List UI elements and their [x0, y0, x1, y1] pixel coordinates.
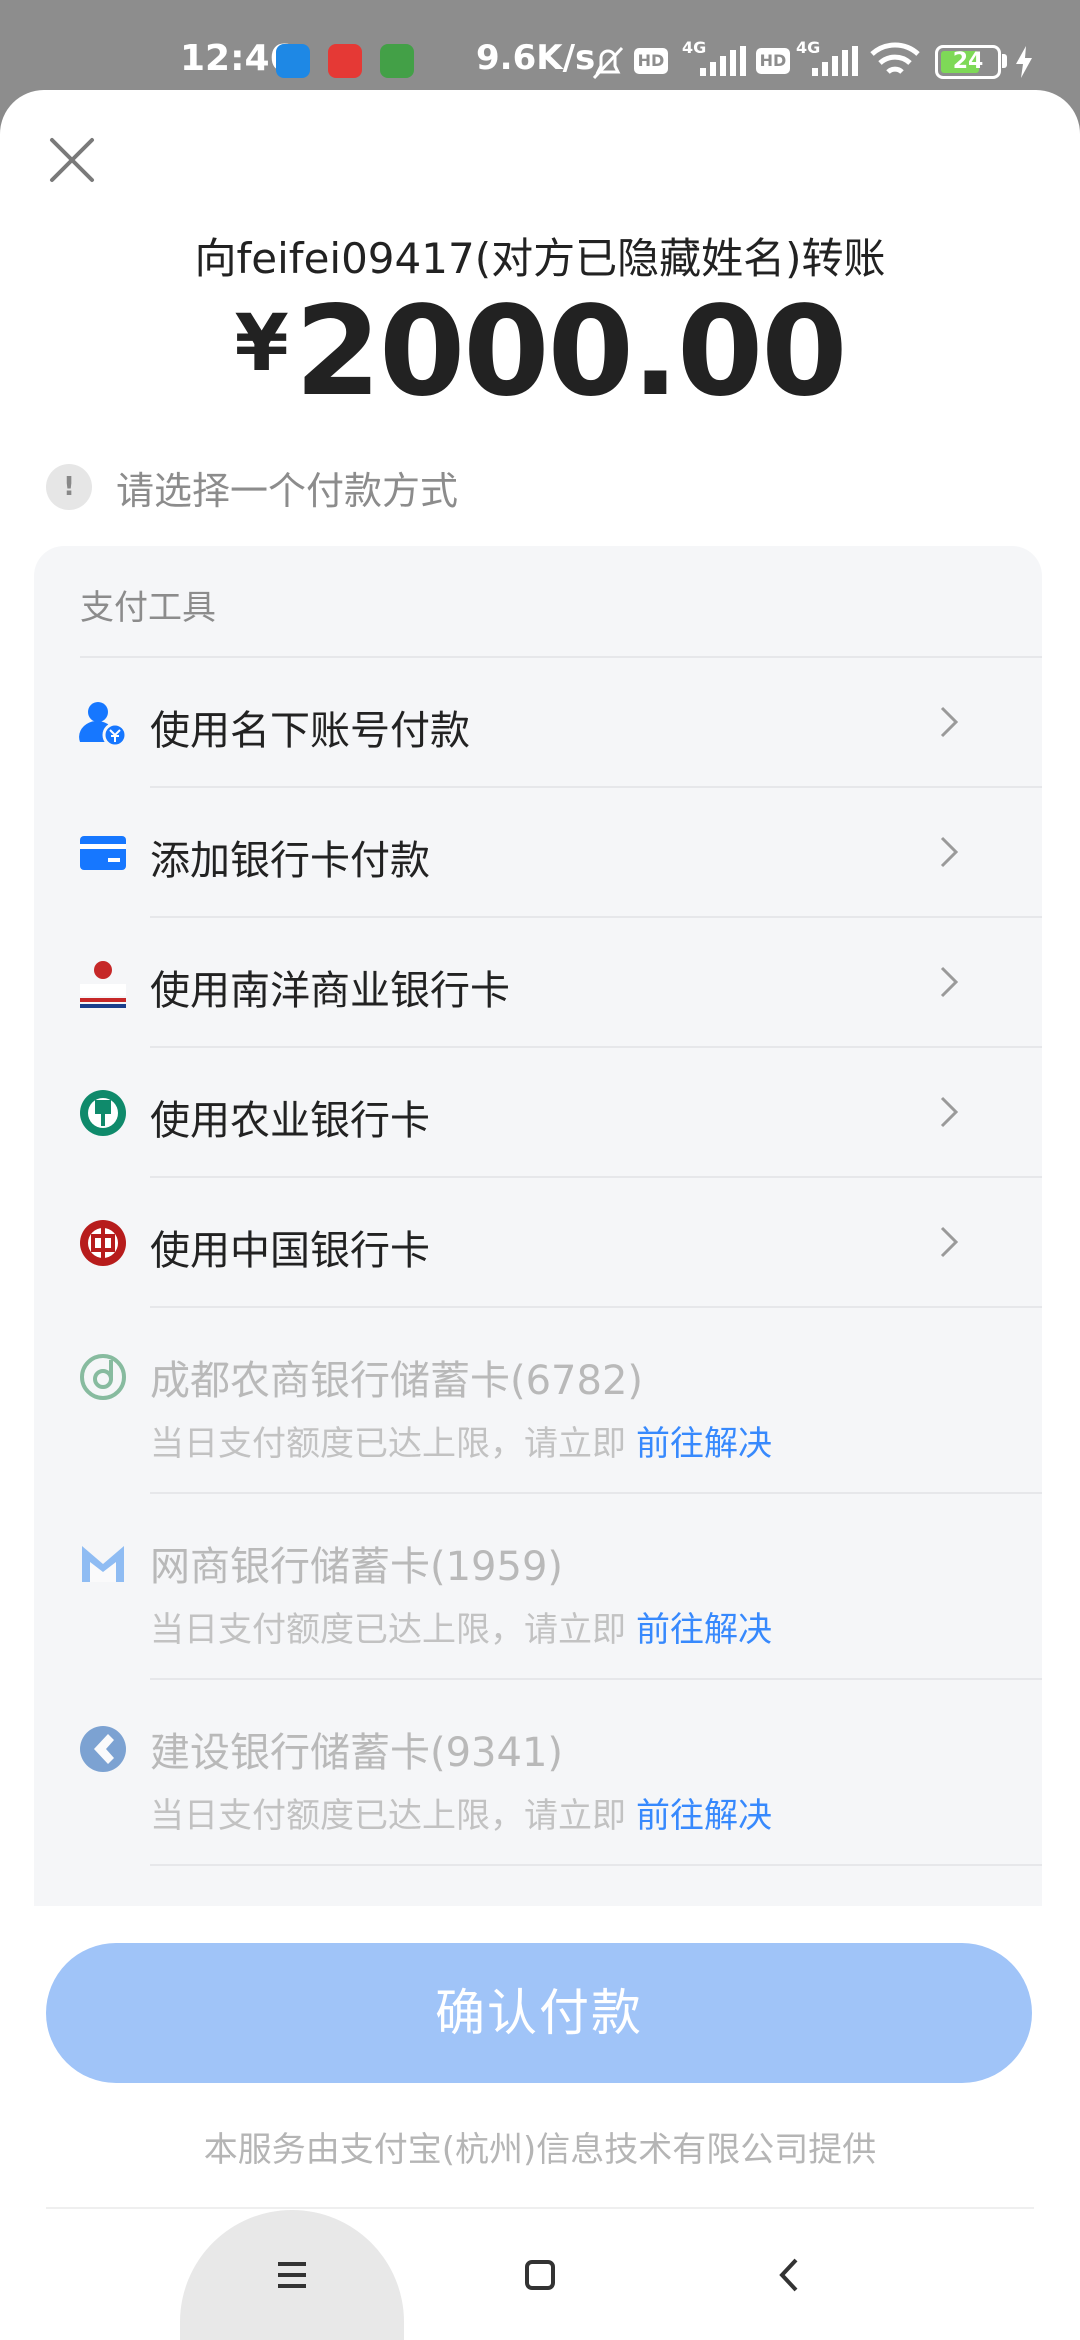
chevron-right-icon	[940, 706, 959, 738]
card-limit-message: 当日支付额度已达上限，请立即 前往解决	[150, 1416, 772, 1465]
chevron-right-icon	[940, 1226, 959, 1258]
limit-text: 当日支付额度已达上限，请立即	[150, 1424, 626, 1464]
payment-option-ncb[interactable]: 使用南洋商业银行卡	[34, 918, 1042, 1048]
service-provider-note: 本服务由支付宝(杭州)信息技术有限公司提供	[203, 2130, 877, 2170]
option-label: 使用南洋商业银行卡	[150, 968, 510, 1014]
transfer-amount: ¥2000.00	[0, 280, 1080, 424]
disabled-card-chengdu: 成都农商银行储蓄卡(6782) 当日支付额度已达上限，请立即 前往解决	[34, 1308, 1042, 1494]
user-account-icon	[79, 702, 128, 748]
charging-icon	[1016, 46, 1032, 78]
option-label: 使用农业银行卡	[150, 1098, 430, 1144]
payment-sheet: 向feifei09417(对方已隐藏姓名)转账 ¥2000.00 ! 请选择一个…	[0, 90, 1080, 2340]
bank-card-icon	[80, 836, 126, 870]
app-notification-icon	[276, 44, 310, 78]
limit-text: 当日支付额度已达上限，请立即	[150, 1610, 626, 1650]
payment-option-abc[interactable]: 使用农业银行卡	[34, 1048, 1042, 1178]
resolve-link[interactable]: 前往解决	[636, 1796, 772, 1836]
mute-bell-icon	[592, 46, 624, 80]
abc-bank-icon	[80, 1090, 126, 1136]
card-limit-message: 当日支付额度已达上限，请立即 前往解决	[150, 1788, 772, 1837]
disabled-card-mybank: 网商银行储蓄卡(1959) 当日支付额度已达上限，请立即 前往解决	[34, 1494, 1042, 1680]
system-nav-bar	[0, 2210, 1080, 2340]
payment-option-add-card[interactable]: 添加银行卡付款	[34, 788, 1042, 918]
network-speed: 9.6K/s	[476, 38, 596, 78]
chengdu-rural-bank-icon	[80, 1354, 126, 1400]
confirm-payment-button[interactable]: 确认付款	[46, 1943, 1032, 2083]
battery-tip	[1002, 54, 1007, 68]
exclamation-icon: !	[46, 464, 92, 510]
payment-option-account[interactable]: 使用名下账号付款	[34, 658, 1042, 788]
divider	[46, 2207, 1034, 2209]
chevron-right-icon	[940, 1096, 959, 1128]
battery-level: 24	[952, 49, 984, 74]
hd-badge: HD	[756, 48, 790, 74]
signal-icon	[700, 46, 746, 76]
battery-icon: 24	[935, 45, 1001, 79]
divider	[150, 1864, 1042, 1866]
card-limit-message: 当日支付额度已达上限，请立即 前往解决	[150, 1602, 772, 1651]
home-icon[interactable]	[510, 2250, 570, 2300]
option-label: 添加银行卡付款	[150, 838, 430, 884]
notice-text: 请选择一个付款方式	[116, 468, 459, 513]
option-label: 使用中国银行卡	[150, 1228, 430, 1274]
option-label: 使用名下账号付款	[150, 708, 470, 754]
wifi-icon	[870, 42, 920, 74]
payment-methods-panel: 支付工具 使用名下账号付款 添加银行卡付款 使用南洋商业银行卡 使用农业银行卡 …	[34, 546, 1042, 1906]
card-label: 建设银行储蓄卡(9341)	[150, 1730, 564, 1776]
resolve-link[interactable]: 前往解决	[636, 1610, 772, 1650]
limit-text: 当日支付额度已达上限，请立即	[150, 1796, 626, 1836]
panel-heading: 支付工具	[80, 588, 216, 628]
currency-symbol: ¥	[234, 299, 289, 389]
boc-bank-icon	[80, 1220, 126, 1266]
payment-notice: ! 请选择一个付款方式	[46, 462, 459, 513]
app-notification-icon	[328, 44, 362, 78]
disabled-card-ccb: 建设银行储蓄卡(9341) 当日支付额度已达上限，请立即 前往解决	[34, 1680, 1042, 1866]
signal-icon	[812, 46, 858, 76]
chevron-right-icon	[940, 836, 959, 868]
amount-value: 2000.00	[294, 280, 848, 424]
card-label: 成都农商银行储蓄卡(6782)	[150, 1358, 644, 1404]
back-icon[interactable]	[760, 2250, 820, 2300]
ncb-bank-icon	[80, 961, 126, 1008]
resolve-link[interactable]: 前往解决	[636, 1424, 772, 1464]
mybank-icon	[82, 1546, 124, 1582]
ccb-bank-icon	[80, 1726, 126, 1772]
close-icon[interactable]	[42, 130, 102, 190]
card-label: 网商银行储蓄卡(1959)	[150, 1544, 564, 1590]
chevron-right-icon	[940, 966, 959, 998]
app-notification-icon	[380, 44, 414, 78]
transfer-title: 向feifei09417(对方已隐藏姓名)转账	[194, 234, 886, 283]
payment-option-boc[interactable]: 使用中国银行卡	[34, 1178, 1042, 1308]
menu-icon[interactable]	[262, 2250, 322, 2300]
hd-badge: HD	[634, 48, 668, 74]
